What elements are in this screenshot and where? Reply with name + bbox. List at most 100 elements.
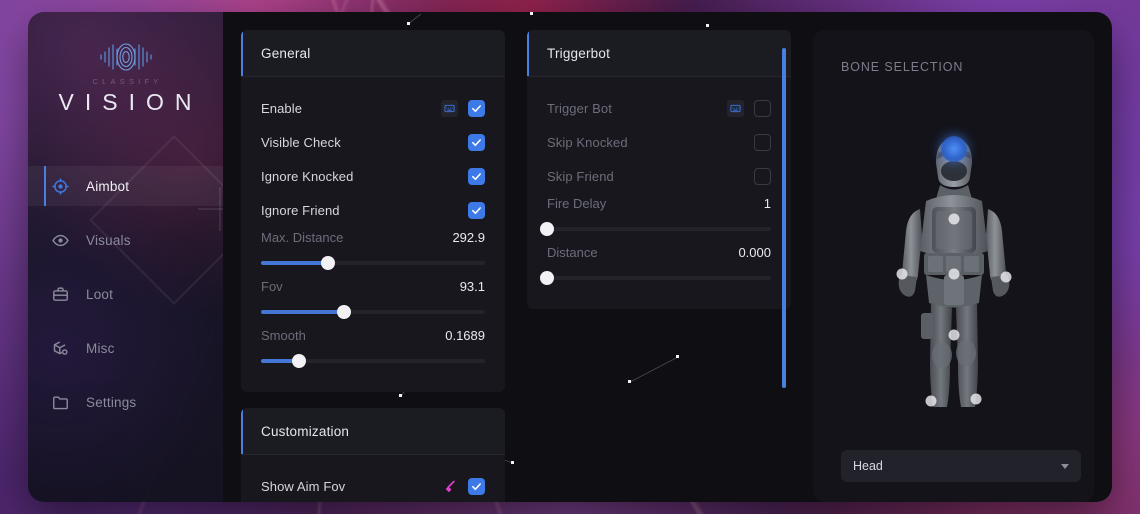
right-column: BONE SELECTION Head (813, 30, 1094, 502)
slider-track[interactable] (261, 354, 485, 368)
slider-thumb[interactable] (336, 305, 351, 319)
brand-title: VISION (58, 88, 203, 115)
sound-wave-fingerprint-icon (99, 42, 152, 71)
slider-track[interactable] (261, 256, 485, 270)
bone-selection-card: BONE SELECTION Head (813, 30, 1094, 502)
slider-fill (261, 310, 344, 314)
checkbox-skip-knocked[interactable] (754, 133, 771, 151)
slider-label: Max. Distance (261, 230, 344, 245)
sidebar-nav: Aimbot Visuals Loot Misc Settings (28, 166, 223, 422)
middle-column: Triggerbot Trigger Bot Skip Knocked Skip… (527, 30, 791, 502)
slider-track[interactable] (261, 305, 485, 319)
slider-header: Smooth 0.1689 (261, 328, 485, 354)
row-ignore-friend: Ignore Friend (261, 193, 485, 227)
slider-value: 93.1 (459, 279, 485, 294)
folder-icon (52, 394, 69, 411)
bone-dot-left-shoulder[interactable] (896, 268, 908, 280)
bone-dot-head[interactable] (940, 136, 967, 163)
panel-general-header: General (241, 30, 505, 77)
briefcase-icon (52, 286, 69, 303)
sidebar-item-settings[interactable]: Settings (28, 382, 223, 422)
sidebar-item-loot[interactable]: Loot (28, 274, 223, 314)
bone-dot-chest[interactable] (948, 268, 959, 280)
slider-value: 292.9 (452, 230, 485, 245)
bone-selection-title: BONE SELECTION (841, 60, 964, 74)
slider-thumb[interactable] (321, 256, 336, 270)
slider-label: Fire Delay (547, 196, 607, 211)
cube-gear-icon (52, 340, 69, 357)
row-label: Ignore Knocked (261, 168, 354, 184)
bone-dot-right-knee[interactable] (970, 393, 982, 404)
slider-max-distance: Max. Distance 292.9 (261, 227, 485, 270)
slider-track[interactable] (540, 271, 771, 285)
row-ignore-knocked: Ignore Knocked (261, 159, 485, 193)
slider-header: Max. Distance 292.9 (261, 230, 485, 256)
row-trigger-bot: Trigger Bot (547, 91, 771, 125)
slider-value: 1 (763, 196, 771, 211)
slider-thumb[interactable] (540, 222, 554, 236)
checkbox-ignore-friend[interactable] (468, 201, 485, 219)
panel-title: General (261, 45, 311, 61)
sidebar-item-visuals[interactable]: Visuals (28, 220, 223, 260)
bone-dot-neck[interactable] (948, 213, 959, 225)
slider-value: 0.000 (738, 245, 771, 260)
keyboard-icon[interactable] (727, 99, 744, 117)
row-enable: Enable (261, 91, 485, 125)
target-icon (52, 177, 69, 195)
sidebar: CLASSIFY VISION Aimbot Visuals Loot Misc… (28, 12, 223, 502)
row-label: Ignore Friend (261, 202, 340, 218)
slider-label: Distance (547, 245, 598, 260)
brand-subtitle: CLASSIFY (92, 76, 163, 86)
panel-triggerbot-header: Triggerbot (527, 30, 791, 77)
bone-dot-right-shoulder[interactable] (1000, 271, 1012, 283)
bone-select-dropdown[interactable]: Head (841, 450, 1081, 482)
slider-thumb[interactable] (540, 271, 554, 285)
row-label: Visible Check (261, 134, 341, 150)
brand-block: CLASSIFY VISION (28, 12, 223, 134)
slider-header: Fire Delay 1 (547, 196, 771, 222)
character-model (874, 123, 1034, 413)
row-visible-check: Visible Check (261, 125, 485, 159)
checkbox-visible-check[interactable] (468, 133, 485, 151)
character-model-stage (813, 118, 1094, 418)
bone-select-value: Head (853, 459, 883, 473)
sidebar-item-label: Loot (86, 286, 114, 302)
checkbox-show-aim-fov[interactable] (468, 477, 485, 495)
brush-icon[interactable] (441, 478, 458, 495)
bone-dot-pelvis[interactable] (948, 329, 959, 341)
sidebar-item-aimbot[interactable]: Aimbot (28, 166, 223, 206)
left-column: General Enable Visible Check Ignore Knoc… (241, 30, 505, 502)
sidebar-item-label: Settings (86, 394, 137, 410)
sidebar-item-label: Misc (86, 340, 115, 356)
checkbox-skip-friend[interactable] (754, 167, 771, 185)
slider-label: Fov (261, 279, 283, 294)
application-window: CLASSIFY VISION Aimbot Visuals Loot Misc… (28, 12, 1112, 502)
checkbox-enable[interactable] (468, 99, 485, 117)
row-show-aim-fov: Show Aim Fov (261, 469, 485, 502)
row-skip-knocked: Skip Knocked (547, 125, 771, 159)
row-skip-friend: Skip Friend (547, 159, 771, 193)
slider-thumb[interactable] (292, 354, 307, 368)
row-label: Skip Knocked (547, 134, 628, 150)
row-label: Enable (261, 100, 303, 116)
main-content: General Enable Visible Check Ignore Knoc… (223, 12, 1112, 502)
keyboard-icon[interactable] (441, 99, 458, 117)
sidebar-item-misc[interactable]: Misc (28, 328, 223, 368)
sidebar-item-label: Visuals (86, 232, 131, 248)
checkbox-trigger-bot[interactable] (754, 99, 771, 117)
panel-customization-header: Customization (241, 408, 505, 455)
bone-dot-left-knee[interactable] (925, 395, 937, 407)
checkbox-ignore-knocked[interactable] (468, 167, 485, 185)
slider-track[interactable] (540, 222, 771, 236)
scrollbar-thumb[interactable] (782, 48, 786, 388)
panel-customization: Customization Show Aim Fov (241, 408, 505, 502)
panel-title: Triggerbot (547, 45, 611, 61)
row-label: Skip Friend (547, 168, 614, 184)
slider-fire-delay: Fire Delay 1 (540, 193, 771, 236)
scrollbar-track[interactable] (782, 48, 786, 388)
chevron-down-icon (1061, 463, 1069, 469)
row-label: Show Aim Fov (261, 478, 346, 494)
panel-general: General Enable Visible Check Ignore Knoc… (241, 30, 505, 392)
panel-general-body: Enable Visible Check Ignore Knocked Igno… (241, 77, 505, 392)
slider-header: Distance 0.000 (547, 245, 771, 271)
